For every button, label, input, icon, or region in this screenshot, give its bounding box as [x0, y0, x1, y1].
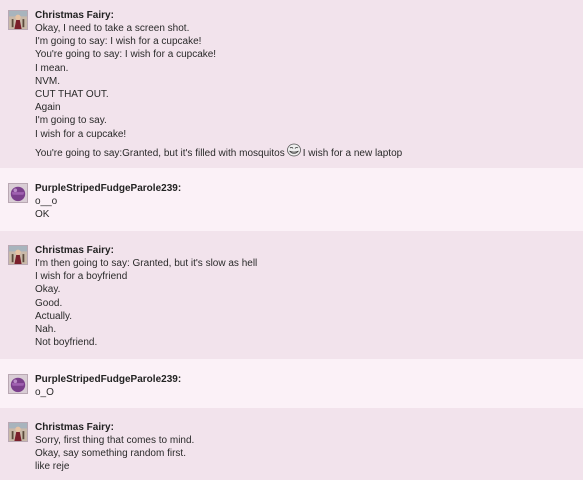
post-author[interactable]: Christmas Fairy:: [35, 9, 573, 22]
message-line: NVM.: [35, 75, 60, 87]
post-author[interactable]: PurpleStripedFudgeParole239:: [35, 182, 573, 195]
message-line: OK: [35, 209, 50, 221]
message-line: I wish for a boyfriend: [35, 271, 128, 283]
chat-post: PurpleStripedFudgeParole239: o__o OK: [0, 168, 583, 231]
chat-thread: Christmas Fairy: Okay, I need to take a …: [0, 0, 583, 480]
post-author[interactable]: PurpleStripedFudgeParole239:: [35, 373, 573, 386]
message-line: o__o: [35, 196, 58, 207]
message-line: You're going to say: I wish for a cupcak…: [35, 49, 217, 61]
fairy-avatar[interactable]: [8, 245, 28, 265]
purple-ball-avatar[interactable]: [8, 374, 28, 394]
fairy-avatar[interactable]: [8, 10, 28, 30]
fairy-avatar[interactable]: [8, 422, 28, 442]
message-line: I mean.: [35, 62, 69, 74]
message-line: CUT THAT OUT.: [35, 89, 109, 101]
message-line: Okay.: [35, 284, 61, 296]
message-line: like reje: [35, 461, 70, 473]
purple-ball-avatar[interactable]: [8, 183, 28, 203]
message-line: Good.: [35, 297, 63, 309]
chat-post: PurpleStripedFudgeParole239: o_O: [0, 359, 583, 408]
message-text: You're going to say:Granted, but it's fi…: [35, 147, 285, 159]
message-line: Actually.: [35, 310, 73, 322]
message-text: I wish for a new laptop: [302, 147, 403, 159]
chat-post: Christmas Fairy: I'm then going to say: …: [0, 231, 583, 359]
message-line: Okay, I need to take a screen shot.: [35, 23, 190, 34]
chat-post: Christmas Fairy: Okay, I need to take a …: [0, 0, 583, 168]
chat-post: Christmas Fairy: Sorry, first thing that…: [0, 408, 583, 480]
message-line: I'm going to say.: [35, 115, 107, 127]
message-line: You're going to say:Granted, but it's fi…: [35, 143, 573, 160]
post-author[interactable]: Christmas Fairy:: [35, 244, 573, 257]
message-line: Nah.: [35, 324, 57, 336]
message-line: I wish for a cupcake!: [35, 128, 127, 140]
message-line: I'm going to say: I wish for a cupcake!: [35, 36, 202, 48]
post-author[interactable]: Christmas Fairy:: [35, 421, 573, 434]
message-line: Okay, say something random first.: [35, 448, 186, 460]
message-line: Again: [35, 102, 61, 114]
message-line: o_O: [35, 387, 54, 398]
message-line: I'm then going to say: Granted, but it's…: [35, 258, 258, 269]
message-line: Sorry, first thing that comes to mind.: [35, 435, 195, 446]
message-line: Not boyfriend.: [35, 337, 98, 349]
trollface-icon: [286, 143, 301, 157]
